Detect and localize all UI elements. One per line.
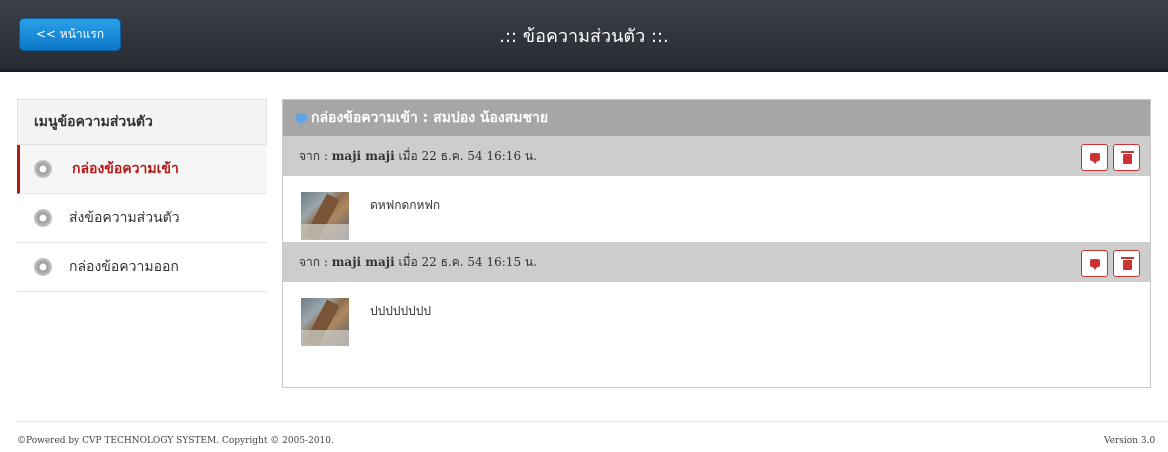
radio-icon bbox=[34, 160, 52, 178]
message-body: ปปปปปปปป bbox=[283, 282, 1150, 348]
message-body: ดหฟกดกหฟก bbox=[283, 176, 1150, 242]
reply-button[interactable] bbox=[1081, 144, 1108, 171]
sidebar-item-label: ส่งข้อความส่วนตัว bbox=[69, 210, 180, 226]
delete-button[interactable] bbox=[1113, 144, 1140, 171]
sidebar: เมนูข้อความส่วนตัว กล่องข้อความเข้า ส่งข… bbox=[17, 99, 267, 292]
footer-copyright: ©Powered by CVP TECHNOLOGY SYSTEM. Copyr… bbox=[17, 436, 334, 446]
reply-button[interactable] bbox=[1081, 250, 1108, 277]
message-actions bbox=[1081, 250, 1140, 277]
trash-icon bbox=[1121, 151, 1134, 164]
sender-name: maji maji bbox=[331, 255, 395, 269]
top-bar: << หน้าแรก .:: ข้อความส่วนตัว ::. bbox=[0, 0, 1168, 72]
reply-icon bbox=[1090, 153, 1100, 164]
panel-title: กล่องข้อความเข้า : สมปอง น้องสมชาย bbox=[311, 110, 549, 126]
delete-button[interactable] bbox=[1113, 250, 1140, 277]
avatar bbox=[301, 298, 349, 346]
message-actions bbox=[1081, 144, 1140, 171]
message-text: ปปปปปปปป bbox=[370, 304, 431, 318]
footer-version: Version 3.0 bbox=[1104, 436, 1156, 446]
message-date: เมื่อ 22 ธ.ค. 54 16:15 น. bbox=[398, 255, 537, 269]
message-bubble-icon bbox=[296, 113, 307, 125]
sidebar-title: เมนูข้อความส่วนตัว bbox=[17, 99, 267, 145]
message-header: จาก : maji maji เมื่อ 22 ธ.ค. 54 16:16 น… bbox=[283, 136, 1150, 176]
sidebar-item-outbox[interactable]: กล่องข้อความออก bbox=[17, 243, 267, 292]
sidebar-item-send[interactable]: ส่งข้อความส่วนตัว bbox=[17, 194, 267, 243]
from-prefix: จาก : bbox=[299, 255, 328, 269]
page-title: .:: ข้อความส่วนตัว ::. bbox=[499, 26, 669, 47]
message-date: เมื่อ 22 ธ.ค. 54 16:16 น. bbox=[398, 149, 537, 163]
radio-icon bbox=[34, 209, 52, 227]
message-text: ดหฟกดกหฟก bbox=[370, 198, 441, 212]
inbox-panel: กล่องข้อความเข้า : สมปอง น้องสมชาย จาก :… bbox=[282, 99, 1151, 388]
sidebar-item-label: กล่องข้อความออก bbox=[69, 259, 179, 275]
from-prefix: จาก : bbox=[299, 149, 328, 163]
sidebar-item-inbox[interactable]: กล่องข้อความเข้า bbox=[17, 145, 267, 194]
panel-header: กล่องข้อความเข้า : สมปอง น้องสมชาย bbox=[283, 100, 1150, 136]
trash-icon bbox=[1121, 257, 1134, 270]
sidebar-item-label: กล่องข้อความเข้า bbox=[72, 161, 179, 177]
footer-divider bbox=[17, 421, 1168, 422]
reply-icon bbox=[1090, 259, 1100, 270]
message-header: จาก : maji maji เมื่อ 22 ธ.ค. 54 16:15 น… bbox=[283, 242, 1150, 282]
avatar bbox=[301, 192, 349, 240]
radio-icon bbox=[34, 258, 52, 276]
sender-name: maji maji bbox=[331, 149, 395, 163]
